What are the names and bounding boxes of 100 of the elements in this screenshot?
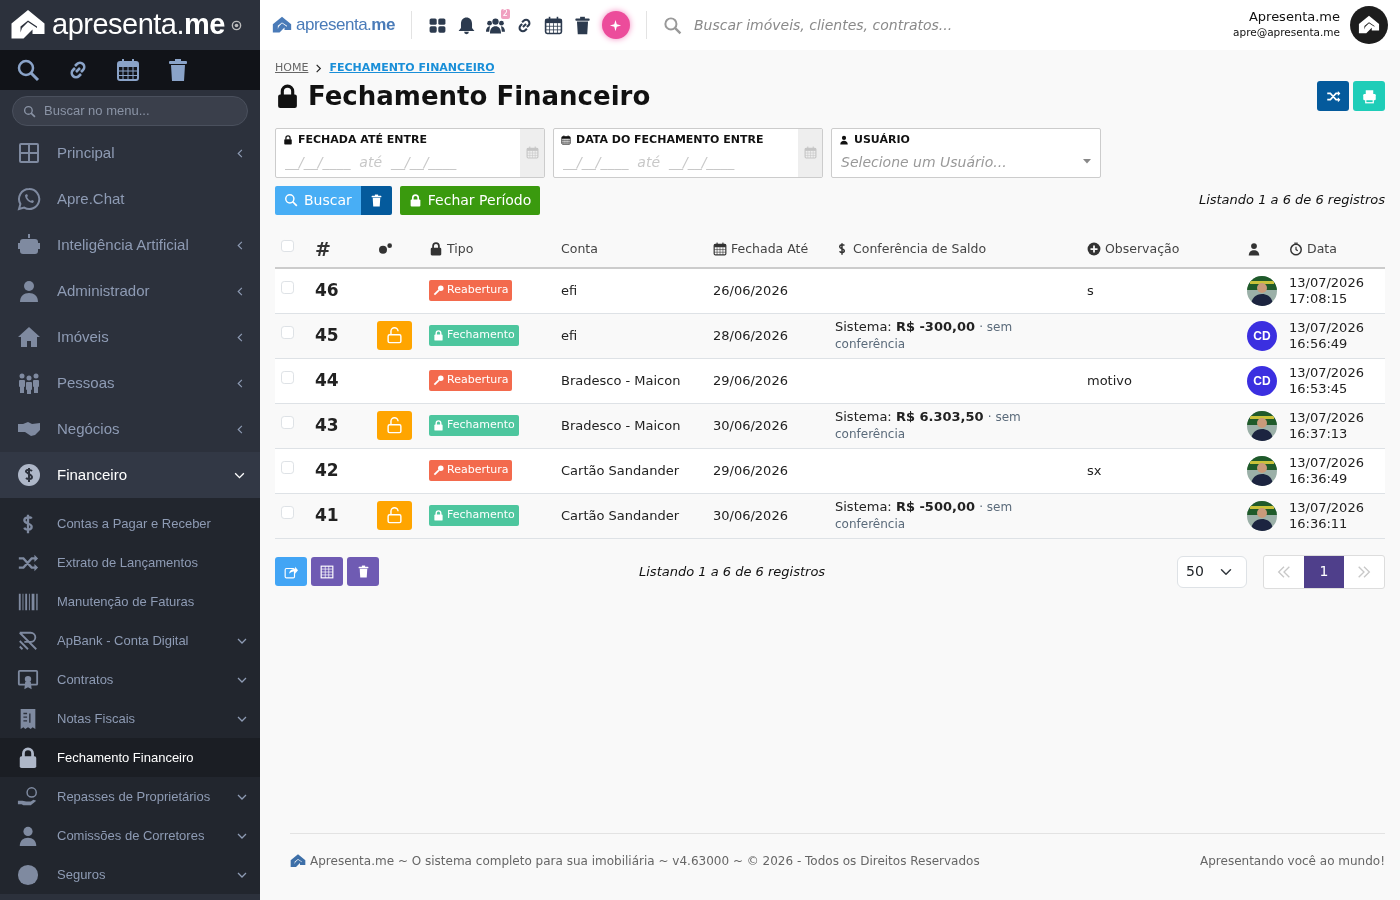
calendar-icon bbox=[713, 241, 727, 256]
calendar-icon bbox=[561, 134, 571, 145]
closing-date: 30/06/2026 bbox=[713, 507, 788, 523]
menu-search-field[interactable]: Buscar no menu... bbox=[42, 100, 237, 122]
lock-icon bbox=[433, 509, 444, 521]
record-number: 46 bbox=[315, 280, 339, 301]
lock-icon bbox=[429, 241, 443, 256]
column-header: Conta bbox=[561, 239, 598, 258]
bell-icon[interactable] bbox=[456, 15, 476, 35]
row-checkbox[interactable] bbox=[281, 505, 294, 519]
clock-icon bbox=[1289, 241, 1303, 256]
close-period-button[interactable]: Fechar Período bbox=[399, 185, 541, 215]
submenu-item[interactable]: ApBank - Conta Digital bbox=[0, 621, 260, 660]
search-icon bbox=[662, 15, 682, 35]
trash-icon bbox=[356, 565, 370, 579]
account-name: Cartão Sandander bbox=[561, 462, 680, 478]
page-button[interactable]: 1 bbox=[1304, 555, 1344, 588]
menu-item[interactable]: Financeiro bbox=[0, 452, 260, 498]
observation: sx bbox=[1087, 462, 1102, 478]
clear-button[interactable] bbox=[360, 185, 392, 215]
robot-icon bbox=[17, 233, 41, 257]
closing-date: 28/06/2026 bbox=[713, 327, 788, 343]
row-checkbox[interactable] bbox=[281, 281, 294, 295]
select-all-checkbox[interactable] bbox=[281, 239, 294, 253]
brand-name: apresenta.me bbox=[296, 14, 395, 37]
type-badge: Reabertura bbox=[429, 370, 513, 391]
trash-icon bbox=[369, 193, 383, 207]
users-button[interactable] bbox=[485, 15, 505, 35]
type-badge: Fechamento bbox=[429, 325, 519, 346]
page-title: Fechamento Financeiro bbox=[308, 80, 651, 112]
closing-date: 29/06/2026 bbox=[713, 372, 788, 388]
calendar-icon[interactable] bbox=[543, 15, 563, 35]
columns-button[interactable] bbox=[311, 557, 343, 587]
record-number: 42 bbox=[315, 459, 339, 480]
shuffle-button[interactable] bbox=[1317, 81, 1349, 112]
search-icon bbox=[23, 104, 36, 118]
column-header: # bbox=[315, 237, 331, 260]
menu-item[interactable]: Negócios bbox=[0, 406, 260, 452]
menu-item[interactable]: Principal bbox=[0, 130, 260, 176]
user-email: apre@apresenta.me bbox=[1233, 24, 1340, 40]
account-name: Bradesco - Maicon bbox=[561, 372, 681, 388]
balance-check: Sistema: R$ 6.303,50 · sem conferência bbox=[835, 409, 1022, 442]
filter-label: USUÁRIO bbox=[854, 131, 910, 148]
record-number: 44 bbox=[315, 369, 339, 390]
created-datetime: 13/07/2026 16:37:13 bbox=[1289, 410, 1365, 442]
breadcrumb-link[interactable]: HOME bbox=[275, 60, 309, 77]
footer-text: Apresenta.me ~ O sistema completo para sua imobiliária ~ v4.63000 ~ © 2026 - Todos os Direitos Reservados bbox=[310, 853, 980, 870]
shuffle-icon bbox=[1325, 88, 1341, 104]
menu-item[interactable]: Administrador bbox=[0, 268, 260, 314]
row-checkbox[interactable] bbox=[281, 370, 294, 384]
closing-date: 26/06/2026 bbox=[713, 283, 788, 299]
export-button[interactable] bbox=[275, 557, 307, 587]
menu-item[interactable]: Imóveis bbox=[0, 314, 260, 360]
user-avatar[interactable] bbox=[1350, 6, 1388, 44]
submenu-item[interactable]: Seguros bbox=[0, 855, 260, 894]
print-icon bbox=[1361, 88, 1377, 104]
submenu-item[interactable]: Repasses de Proprietários bbox=[0, 777, 260, 816]
trash-icon[interactable] bbox=[572, 15, 592, 35]
menu-item[interactable]: Inteligência Artificial bbox=[0, 222, 260, 268]
submenu-item[interactable]: Notas Fiscais bbox=[0, 699, 260, 738]
search-icon[interactable] bbox=[16, 58, 40, 82]
created-datetime: 13/07/2026 16:56:49 bbox=[1289, 320, 1365, 352]
submenu-item[interactable]: Comissões de Corretores bbox=[0, 816, 260, 855]
column-header: Conferência de Saldo bbox=[853, 239, 987, 258]
row-checkbox[interactable] bbox=[281, 415, 294, 429]
breadcrumb-link[interactable]: FECHAMENTO FINANCEIRO bbox=[329, 60, 495, 77]
user-initials-avatar: CD bbox=[1247, 320, 1277, 351]
record-number: 45 bbox=[315, 324, 339, 345]
account-name: efi bbox=[561, 327, 578, 343]
observation: motivo bbox=[1087, 372, 1132, 388]
trash-icon[interactable] bbox=[166, 58, 190, 82]
page-size-select[interactable]: 50 bbox=[1177, 555, 1247, 588]
submenu-item[interactable]: Extrato de Lançamentos bbox=[0, 543, 260, 582]
user-filter[interactable]: USUÁRIO Selecione um Usuário... bbox=[831, 127, 1101, 178]
account-name: efi bbox=[561, 283, 578, 299]
record-count: Listando 1 a 6 de 6 registros bbox=[639, 562, 826, 581]
sparkle-button[interactable] bbox=[601, 11, 630, 39]
lock-icon bbox=[433, 329, 444, 341]
created-datetime: 13/07/2026 16:36:49 bbox=[1289, 455, 1365, 487]
menu-item[interactable]: Apre.Chat bbox=[0, 176, 260, 222]
users-icon bbox=[485, 15, 505, 35]
dollar-icon bbox=[17, 463, 41, 487]
row-checkbox[interactable] bbox=[281, 325, 294, 339]
global-search-field[interactable]: Buscar imóveis, clientes, contratos... bbox=[691, 13, 1224, 37]
submenu-item[interactable]: Manutenção de Faturas bbox=[0, 582, 260, 621]
key-icon bbox=[433, 464, 444, 476]
dashboard-icon[interactable] bbox=[427, 15, 447, 35]
unlock-icon bbox=[386, 327, 403, 345]
record-number: 41 bbox=[315, 504, 339, 525]
row-checkbox[interactable] bbox=[281, 460, 294, 474]
menu-item[interactable]: Pessoas bbox=[0, 360, 260, 406]
user-select-field[interactable]: Selecione um Usuário... bbox=[839, 151, 1081, 175]
submenu-item[interactable]: Fechamento Financeiro bbox=[0, 738, 260, 777]
calendar-icon[interactable] bbox=[116, 58, 140, 82]
user-icon bbox=[839, 134, 849, 145]
submenu-item[interactable]: Contas a Pagar e Receber bbox=[0, 504, 260, 543]
menu-search-box[interactable]: Buscar no menu... bbox=[12, 96, 248, 126]
submenu-item[interactable]: Contratos bbox=[0, 660, 260, 699]
house-icon bbox=[17, 325, 41, 349]
delete-button[interactable] bbox=[347, 557, 379, 587]
